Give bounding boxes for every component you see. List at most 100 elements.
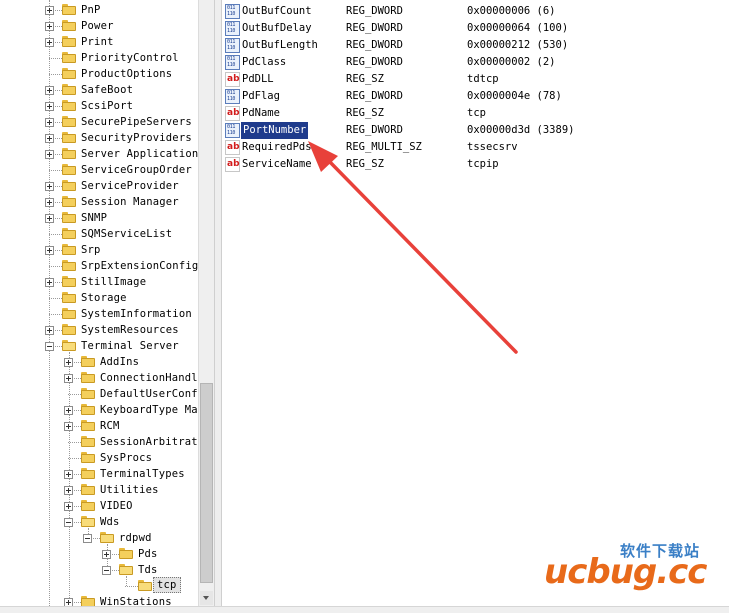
tree-item-winstations[interactable]: WinStations: [0, 594, 198, 606]
collapse-minus-icon[interactable]: [45, 342, 54, 351]
value-data: 0x0000004e (78): [467, 90, 562, 102]
tree-item-sessionarbitrati[interactable]: SessionArbitrati: [0, 434, 198, 450]
tree-item-safeboot[interactable]: SafeBoot: [0, 82, 198, 98]
value-name: PdName: [242, 107, 280, 119]
tree-item-sysprocs[interactable]: SysProcs: [0, 450, 198, 466]
expand-plus-icon[interactable]: [45, 278, 54, 287]
expand-plus-icon[interactable]: [64, 502, 73, 511]
expand-plus-icon[interactable]: [45, 326, 54, 335]
expand-plus-icon[interactable]: [45, 6, 54, 15]
tree-item-utilities[interactable]: Utilities: [0, 482, 198, 498]
value-data: tssecsrv: [467, 141, 518, 153]
expand-plus-icon[interactable]: [64, 406, 73, 415]
tree-item-rcm[interactable]: RCM: [0, 418, 198, 434]
tree-item-sqmservicelist[interactable]: SQMServiceList: [0, 226, 198, 242]
expand-plus-icon[interactable]: [102, 550, 111, 559]
expand-plus-icon[interactable]: [45, 182, 54, 191]
tree-item-keyboardtype-map[interactable]: KeyboardType Map: [0, 402, 198, 418]
value-row-pdflag[interactable]: PdFlag REG_DWORD 0x0000004e (78): [222, 88, 729, 105]
tree-item-label: Session Manager: [81, 196, 179, 208]
tree-item-tds[interactable]: Tds: [0, 562, 198, 578]
value-type: REG_DWORD: [346, 39, 403, 51]
tree-item-snmp[interactable]: SNMP: [0, 210, 198, 226]
value-row-outbuflength[interactable]: OutBufLength REG_DWORD 0x00000212 (530): [222, 37, 729, 54]
tree-item-srp[interactable]: Srp: [0, 242, 198, 258]
tree-item-connectionhandle[interactable]: ConnectionHandle: [0, 370, 198, 386]
registry-values-list[interactable]: OutBufCountREG_DWORD0x00000006 (6)OutBuf…: [222, 0, 729, 606]
expand-plus-icon[interactable]: [45, 102, 54, 111]
tree-item-session-manager[interactable]: Session Manager: [0, 194, 198, 210]
expand-plus-icon[interactable]: [64, 486, 73, 495]
scroll-down-arrow-icon[interactable]: [200, 591, 213, 605]
tree-vertical-scrollbar[interactable]: [198, 0, 214, 606]
expand-plus-icon[interactable]: [64, 470, 73, 479]
folder-icon: [62, 308, 76, 319]
folder-open-icon: [62, 340, 76, 351]
watermark-brand: ucbug.cc: [544, 552, 707, 592]
registry-key-tree[interactable]: PnP Power Print PriorityControl ProductOptio…: [0, 0, 198, 606]
value-row-requiredpds[interactable]: ab RequiredPds REG_MULTI_SZ tssecsrv: [222, 139, 729, 156]
tree-item-securepipeservers[interactable]: SecurePipeServers: [0, 114, 198, 130]
tree-item-pnp[interactable]: PnP: [0, 2, 198, 18]
string-value-icon: ab: [225, 157, 240, 172]
value-row-pddll[interactable]: ab PdDLL REG_SZ tdtcp: [222, 71, 729, 88]
tree-item-server-applications[interactable]: Server Applications: [0, 146, 198, 162]
tree-item-stillimage[interactable]: StillImage: [0, 274, 198, 290]
value-row-servicename[interactable]: ab ServiceName REG_SZ tcpip: [222, 156, 729, 173]
tree-item-label: SessionArbitrati: [100, 436, 198, 448]
value-row-pdname[interactable]: ab PdName REG_SZ tcp: [222, 105, 729, 122]
tree-item-label: SystemInformation: [81, 308, 192, 320]
expand-plus-icon[interactable]: [45, 86, 54, 95]
registry-tree-pane[interactable]: PnP Power Print PriorityControl ProductOptio…: [0, 0, 214, 606]
tree-item-prioritycontrol[interactable]: PriorityControl: [0, 50, 198, 66]
collapse-minus-icon[interactable]: [64, 518, 73, 527]
tree-item-servicegrouporder[interactable]: ServiceGroupOrder: [0, 162, 198, 178]
tree-item-power[interactable]: Power: [0, 18, 198, 34]
tree-item-terminal-server[interactable]: Terminal Server: [0, 338, 198, 354]
expand-plus-icon[interactable]: [45, 22, 54, 31]
tree-item-tcp[interactable]: tcp: [0, 577, 198, 594]
tree-item-systeminformation[interactable]: SystemInformation: [0, 306, 198, 322]
horizontal-scrollbar[interactable]: [0, 606, 729, 613]
tree-item-systemresources[interactable]: SystemResources: [0, 322, 198, 338]
tree-item-addins[interactable]: AddIns: [0, 354, 198, 370]
expand-plus-icon[interactable]: [64, 358, 73, 367]
binary-value-icon: [225, 38, 240, 53]
tree-item-label: PnP: [81, 4, 101, 16]
expand-plus-icon[interactable]: [45, 118, 54, 127]
expand-plus-icon[interactable]: [64, 374, 73, 383]
expand-plus-icon[interactable]: [45, 214, 54, 223]
expand-plus-icon[interactable]: [45, 198, 54, 207]
value-row-outbufdelay[interactable]: OutBufDelay REG_DWORD 0x00000064 (100): [222, 20, 729, 37]
expand-plus-icon[interactable]: [45, 246, 54, 255]
tree-item-serviceprovider[interactable]: ServiceProvider: [0, 178, 198, 194]
tree-item-video[interactable]: VIDEO: [0, 498, 198, 514]
tree-item-terminaltypes[interactable]: TerminalTypes: [0, 466, 198, 482]
tree-item-productoptions[interactable]: ProductOptions: [0, 66, 198, 82]
tree-item-srpextensionconfig[interactable]: SrpExtensionConfig: [0, 258, 198, 274]
collapse-minus-icon[interactable]: [83, 534, 92, 543]
value-name: PdClass: [242, 56, 287, 68]
expand-plus-icon[interactable]: [45, 134, 54, 143]
expand-plus-icon[interactable]: [45, 38, 54, 47]
pane-splitter[interactable]: [214, 0, 222, 606]
value-row-portnumber[interactable]: PortNumber REG_DWORD 0x00000d3d (3389): [222, 122, 729, 139]
value-row-pdclass[interactable]: PdClass REG_DWORD 0x00000002 (2): [222, 54, 729, 71]
tree-scrollbar-thumb[interactable]: [200, 383, 213, 583]
tree-item-scsiport[interactable]: ScsiPort: [0, 98, 198, 114]
folder-open-icon: [100, 532, 114, 543]
tree-item-pds[interactable]: Pds: [0, 546, 198, 562]
tree-item-rdpwd[interactable]: rdpwd: [0, 530, 198, 546]
tree-item-print[interactable]: Print: [0, 34, 198, 50]
tree-item-storage[interactable]: Storage: [0, 290, 198, 306]
collapse-minus-icon[interactable]: [102, 566, 111, 575]
tree-item-wds[interactable]: Wds: [0, 514, 198, 530]
expand-plus-icon[interactable]: [64, 422, 73, 431]
tree-item-defaultuserconfi[interactable]: DefaultUserConfi: [0, 386, 198, 402]
expand-plus-icon[interactable]: [45, 150, 54, 159]
tree-item-securityproviders[interactable]: SecurityProviders: [0, 130, 198, 146]
expand-plus-icon[interactable]: [64, 598, 73, 606]
tree-item-label: Terminal Server: [81, 340, 179, 352]
value-row-outbufcount[interactable]: OutBufCount REG_DWORD 0x00000006 (6): [222, 3, 729, 20]
tree-branch-line: [68, 394, 81, 395]
